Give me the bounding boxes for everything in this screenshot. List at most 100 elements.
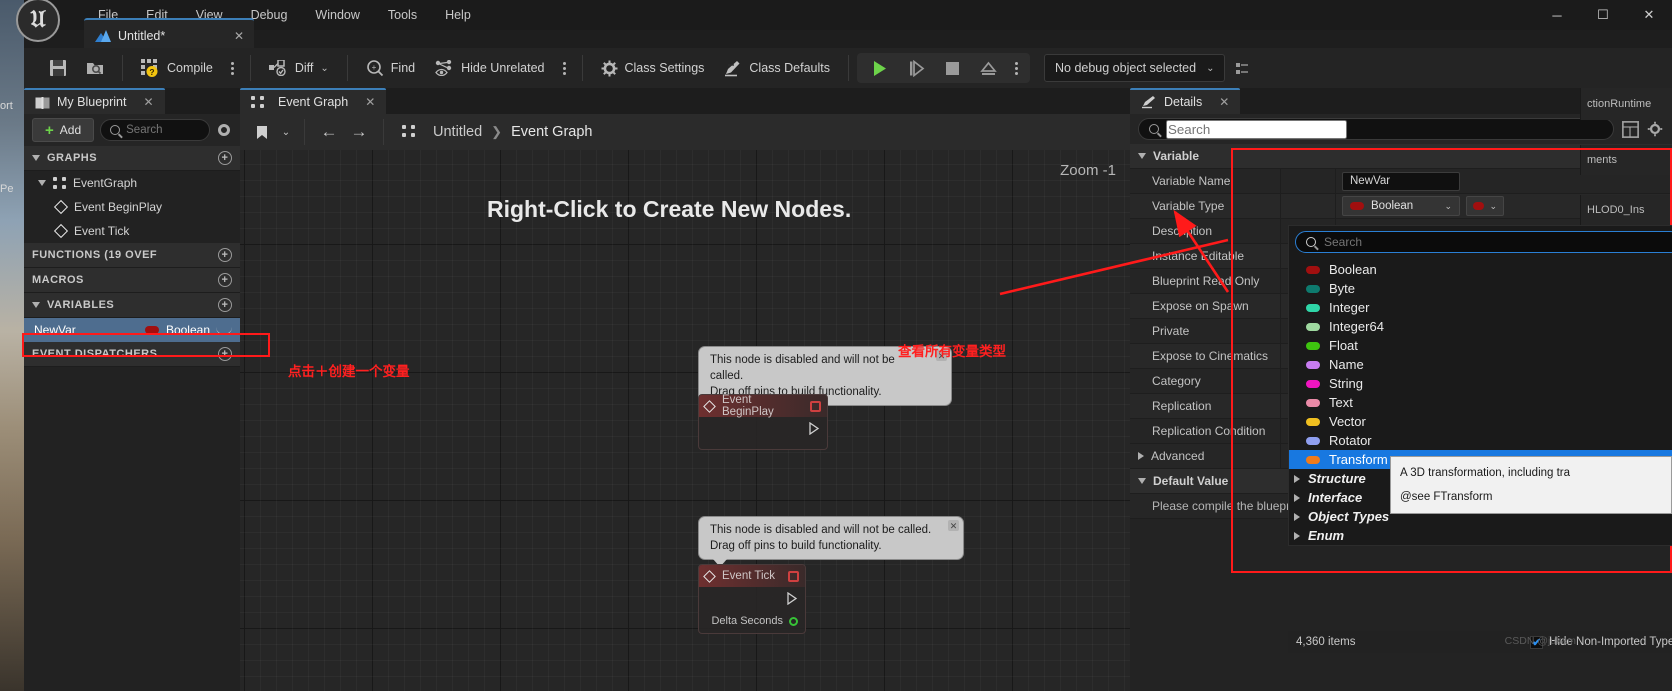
document-tab-untitled[interactable]: Untitled* ✕ [84,18,254,52]
node-tick-exec-out-pin[interactable] [699,587,805,609]
section-functions-label: FUNCTIONS (19 OVEF [32,249,158,261]
variable-name-input[interactable]: NewVar [1342,171,1460,191]
type-item-byte[interactable]: Byte [1289,279,1672,298]
close-window-button[interactable]: ✕ [1626,0,1672,30]
menu-item-window[interactable]: Window [301,0,373,30]
tab-my-blueprint-close-icon[interactable]: ✕ [143,95,153,109]
class-settings-button[interactable]: Class Settings [591,52,715,84]
add-variable-icon[interactable]: + [218,298,232,312]
search-icon [1149,124,1159,134]
add-macro-icon[interactable]: + [218,273,232,287]
type-item-integer[interactable]: Integer [1289,298,1672,317]
tab-event-graph[interactable]: Event Graph ✕ [240,88,387,114]
section-variables[interactable]: VARIABLES + [24,293,240,318]
eject-button[interactable] [970,52,1007,84]
type-pill-icon [1306,322,1320,331]
breadcrumb-root[interactable]: Untitled [433,124,482,140]
diff-button[interactable]: Diff ⌄ [259,52,339,84]
type-item-float[interactable]: Float [1289,336,1672,355]
node-event-tick-header[interactable]: Event Tick [699,565,805,587]
chevron-right-icon [1294,493,1300,502]
graph-canvas[interactable]: Right-Click to Create New Nodes. Zoom -1… [240,114,1130,691]
comment-close-icon[interactable]: ✕ [948,520,959,531]
browse-content-button[interactable] [76,52,114,84]
play-options-kebab[interactable] [1007,61,1026,75]
debug-object-combo[interactable]: No debug object selected ⌄ [1044,54,1226,82]
type-item-name[interactable]: Name [1289,355,1672,374]
variable-container-combo[interactable]: ⌄ [1466,196,1504,216]
tree-item-eventgraph[interactable]: EventGraph [24,171,240,195]
variable-type-combo[interactable]: Boolean ⌄ [1342,196,1460,216]
details-search[interactable] [1138,118,1614,140]
maximize-button[interactable]: ☐ [1580,0,1626,30]
add-function-icon[interactable]: + [218,248,232,262]
type-item-integer64[interactable]: Integer64 [1289,317,1672,336]
my-blueprint-search-input[interactable] [126,124,200,136]
add-event-dispatcher-icon[interactable]: + [218,347,232,361]
tree-item-event-beginplay[interactable]: Event BeginPlay [24,195,240,219]
type-item-vector[interactable]: Vector [1289,412,1672,431]
tab-event-graph-close-icon[interactable]: ✕ [365,95,375,109]
event-graph-icon [251,96,264,108]
step-button[interactable] [898,52,935,84]
type-item-text[interactable]: Text [1289,393,1672,412]
add-button[interactable]: + Add [32,118,95,142]
type-item-rotator[interactable]: Rotator [1289,431,1672,450]
node-event-beginplay-body [699,417,827,449]
event-graph-panel: Event Graph ✕ Right-Click to Create New … [240,88,1130,691]
menu-item-help[interactable]: Help [431,0,485,30]
minimize-button[interactable]: ─ [1534,0,1580,30]
my-blueprint-settings-gear-icon[interactable] [216,122,232,138]
tab-details-close-icon[interactable]: ✕ [1219,95,1229,109]
tree-item-event-tick-label: Event Tick [74,224,130,238]
tab-event-graph-label: Event Graph [278,95,349,109]
compile-options-kebab[interactable] [223,61,242,75]
chevron-down-icon [38,180,46,186]
bookmark-dropdown[interactable]: ⌄ [278,119,294,145]
details-search-input[interactable] [1166,119,1347,139]
section-macros[interactable]: MACROS + [24,268,240,293]
stop-icon [946,61,959,75]
save-button[interactable] [40,52,76,84]
document-tab-close-icon[interactable]: ✕ [234,29,244,43]
node-event-tick[interactable]: Event Tick Delta Seconds [698,564,806,634]
node-tick-delta-seconds-pin[interactable]: Delta Seconds [699,609,805,633]
type-item-boolean[interactable]: Boolean [1289,260,1672,279]
type-dropdown-search[interactable] [1295,231,1672,253]
navigate-back-button[interactable]: ← [315,119,343,145]
details-settings-gear-icon[interactable] [1647,121,1664,138]
section-functions[interactable]: FUNCTIONS (19 OVEF + [24,243,240,268]
navigate-forward-button[interactable]: → [345,119,373,145]
node-exec-out-pin[interactable] [699,417,827,439]
property-label: Description [1152,224,1213,238]
tree-item-eventgraph-label: EventGraph [73,176,138,190]
play-button[interactable] [861,52,898,84]
section-event-dispatchers[interactable]: EVENT DISPATCHERS + [24,342,240,367]
visibility-eye-icon[interactable] [216,325,232,335]
type-dropdown-search-input[interactable] [1324,235,1670,249]
menu-item-tools[interactable]: Tools [374,0,431,30]
type-dropdown-footer: 4,360 items ✔ Hide Non-Imported Types [1288,631,1672,653]
toolbar-overflow-kebab[interactable] [555,61,574,75]
bookmark-button[interactable] [248,119,276,145]
my-blueprint-search[interactable] [100,119,210,141]
find-button[interactable]: + Find [356,52,425,84]
details-grid-view-icon[interactable] [1622,120,1639,138]
variable-row-newvar[interactable]: NewVar Boolean [24,318,240,342]
hide-unrelated-button[interactable]: Hide Unrelated [425,52,554,84]
node-event-beginplay-header[interactable]: Event BeginPlay [699,394,827,418]
node-event-tick-title: Event Tick [722,570,776,582]
node-event-beginplay[interactable]: Event BeginPlay [698,394,828,450]
add-graph-icon[interactable]: + [218,151,232,165]
class-defaults-button[interactable]: Class Defaults [714,52,840,84]
stop-button[interactable] [935,52,970,84]
section-graphs[interactable]: GRAPHS + [24,146,240,171]
event-node-icon [53,223,69,239]
tab-details[interactable]: Details ✕ [1130,88,1241,114]
type-group-enum[interactable]: Enum [1289,526,1672,545]
type-item-string[interactable]: String [1289,374,1672,393]
compile-button[interactable]: ? Compile [131,52,223,84]
tree-item-event-tick[interactable]: Event Tick [24,219,240,243]
debug-filter-button[interactable] [1225,52,1262,84]
tab-my-blueprint[interactable]: My Blueprint ✕ [24,88,165,114]
